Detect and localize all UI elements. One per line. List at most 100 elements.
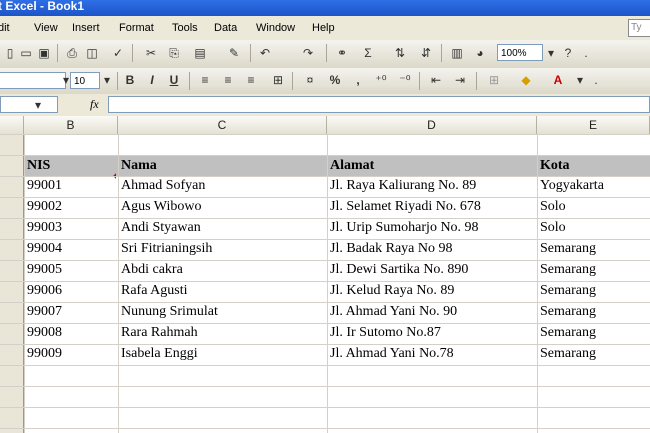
table-cell[interactable]: 99002	[27, 199, 62, 215]
table-cell[interactable]: Jl. Kelud Raya No. 89	[330, 283, 454, 299]
table-cell[interactable]: Semarang	[540, 262, 596, 278]
ask-question-box[interactable]: Ty	[628, 19, 650, 37]
help-icon[interactable]: ?	[560, 45, 576, 61]
table-cell[interactable]: Solo	[540, 199, 566, 215]
undo-icon[interactable]: ↶	[257, 45, 273, 61]
table-cell[interactable]: Jl. Badak Raya No 98	[330, 241, 452, 257]
menu-window[interactable]: Window	[256, 22, 295, 34]
format-painter-icon[interactable]: ✎	[226, 45, 242, 61]
currency-icon[interactable]: ¤	[302, 72, 318, 88]
column-header-e[interactable]: E	[537, 116, 650, 135]
menu-format[interactable]: Format	[119, 22, 154, 34]
print-preview-icon[interactable]: ◫	[84, 45, 100, 61]
table-cell[interactable]: 99007	[27, 304, 62, 320]
drawing-icon[interactable]: ◕	[472, 45, 488, 61]
table-cell[interactable]: 99004	[27, 241, 62, 257]
autosum-icon[interactable]: Σ	[360, 45, 376, 61]
italic-button[interactable]: I	[144, 72, 160, 88]
hyperlink-icon[interactable]: ⚭	[334, 45, 350, 61]
decrease-indent-icon[interactable]: ⇤	[428, 72, 444, 88]
chart-wizard-icon[interactable]: ▥	[449, 45, 465, 61]
merge-center-icon[interactable]: ⊞	[270, 72, 286, 88]
toolbar-options-icon[interactable]: .	[578, 45, 594, 61]
increase-decimal-icon[interactable]: ⁺⁰	[373, 72, 389, 88]
percent-button[interactable]: %	[327, 72, 343, 88]
sort-descending-icon[interactable]: ⇵	[418, 45, 434, 61]
increase-indent-icon[interactable]: ⇥	[452, 72, 468, 88]
underline-button[interactable]: U	[166, 72, 182, 88]
table-cell[interactable]: Nunung Srimulat	[121, 304, 218, 320]
chevron-down-icon[interactable]: ▾	[572, 72, 588, 88]
menu-help[interactable]: Help	[312, 22, 335, 34]
print-icon[interactable]: ⎙	[64, 45, 80, 61]
cut-icon[interactable]: ✂	[143, 45, 159, 61]
table-cell[interactable]: Jl. Dewi Sartika No. 890	[330, 262, 468, 278]
align-center-icon[interactable]: ≡	[220, 72, 236, 88]
table-header-cell[interactable]: Nama	[121, 158, 157, 174]
font-size-select[interactable]: 10	[70, 72, 100, 89]
table-cell[interactable]: 99005	[27, 262, 62, 278]
table-cell[interactable]: Semarang	[540, 346, 596, 362]
chevron-down-icon[interactable]: ▾	[543, 45, 559, 61]
table-cell[interactable]: Jl. Ahmad Yani No.78	[330, 346, 454, 362]
table-cell[interactable]: 99009	[27, 346, 62, 362]
chevron-down-icon[interactable]: ▾	[30, 97, 46, 113]
open-icon[interactable]: ▭	[18, 45, 34, 61]
menu-view[interactable]: View	[34, 22, 58, 34]
paste-icon[interactable]: ▤	[192, 45, 208, 61]
save-icon[interactable]: ▣	[36, 45, 52, 61]
table-cell[interactable]: 99003	[27, 220, 62, 236]
align-left-icon[interactable]: ≡	[197, 72, 213, 88]
table-cell[interactable]: Yogyakarta	[540, 178, 604, 194]
new-icon[interactable]: ▯	[2, 45, 18, 61]
table-cell[interactable]: Semarang	[540, 304, 596, 320]
function-icon[interactable]: fx	[90, 97, 99, 112]
table-header-cell[interactable]: NIS	[27, 158, 50, 174]
table-cell[interactable]: Jl. Urip Sumoharjo No. 98	[330, 220, 479, 236]
bold-button[interactable]: B	[122, 72, 138, 88]
table-cell[interactable]: Jl. Selamet Riyadi No. 678	[330, 199, 481, 215]
fill-color-icon[interactable]: ◆	[518, 72, 534, 88]
toolbar-options-icon[interactable]: .	[588, 72, 604, 88]
redo-icon[interactable]: ↷	[300, 45, 316, 61]
table-header-cell[interactable]: Alamat	[330, 158, 374, 174]
table-cell[interactable]: Semarang	[540, 241, 596, 257]
font-color-icon[interactable]: A	[550, 72, 566, 88]
menu-edit[interactable]: dit	[0, 22, 10, 34]
zoom-select[interactable]: 100%	[497, 44, 543, 61]
font-name-select[interactable]	[0, 72, 66, 89]
worksheet-grid[interactable]: NIS Nama Alamat Kota 99001 Ahmad Sofyan Jl. Ra…	[0, 134, 650, 433]
decrease-decimal-icon[interactable]: ⁻⁰	[397, 72, 413, 88]
table-cell[interactable]: Andi Styawan	[121, 220, 201, 236]
table-cell[interactable]: Rara Rahmah	[121, 325, 198, 341]
table-cell[interactable]: Ahmad Sofyan	[121, 178, 205, 194]
spelling-icon[interactable]: ✓	[110, 45, 126, 61]
align-right-icon[interactable]: ≡	[243, 72, 259, 88]
column-header-d[interactable]: D	[327, 116, 537, 135]
table-cell[interactable]: Solo	[540, 220, 566, 236]
table-cell[interactable]: Isabela Enggi	[121, 346, 198, 362]
formula-input[interactable]	[108, 96, 650, 113]
table-cell[interactable]: Rafa Agusti	[121, 283, 188, 299]
table-cell[interactable]: Jl. Ahmad Yani No. 90	[330, 304, 457, 320]
table-cell[interactable]: Abdi cakra	[121, 262, 183, 278]
table-cell[interactable]: 99001	[27, 178, 62, 194]
menu-tools[interactable]: Tools	[172, 22, 198, 34]
sort-ascending-icon[interactable]: ⇅	[392, 45, 408, 61]
borders-icon[interactable]: ⊞	[486, 72, 502, 88]
menu-data[interactable]: Data	[214, 22, 237, 34]
menu-insert[interactable]: Insert	[72, 22, 100, 34]
table-cell[interactable]: 99006	[27, 283, 62, 299]
column-header-b[interactable]: B	[24, 116, 118, 135]
table-cell[interactable]: Jl. Ir Sutomo No.87	[330, 325, 441, 341]
table-header-cell[interactable]: Kota	[540, 158, 570, 174]
table-cell[interactable]: Sri Fitrianingsih	[121, 241, 212, 257]
name-box[interactable]	[0, 96, 58, 113]
copy-icon[interactable]: ⎘	[166, 45, 182, 61]
table-cell[interactable]: 99008	[27, 325, 62, 341]
comma-button[interactable]: ,	[350, 72, 366, 88]
table-cell[interactable]: Agus Wibowo	[121, 199, 201, 215]
table-cell[interactable]: Jl. Raya Kaliurang No. 89	[330, 178, 476, 194]
column-header-c[interactable]: C	[118, 116, 327, 135]
table-cell[interactable]: Semarang	[540, 325, 596, 341]
